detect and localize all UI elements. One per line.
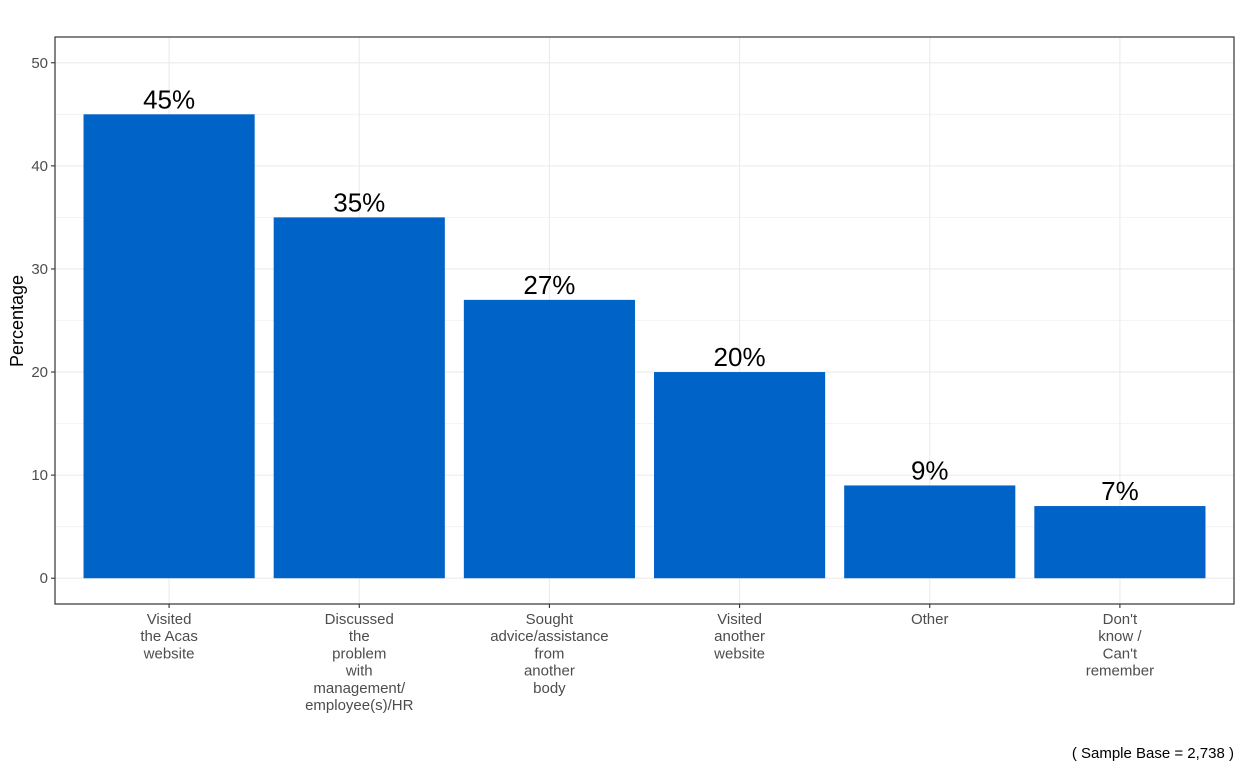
- x-tick-label-line: website: [713, 645, 765, 662]
- x-tick-label-line: management/: [313, 680, 406, 697]
- data-label: 7%: [1101, 476, 1139, 506]
- bar: [273, 217, 445, 579]
- bar: [83, 114, 255, 579]
- x-tick-label-line: the Acas: [140, 628, 198, 645]
- data-label: 9%: [911, 455, 949, 485]
- y-tick-label: 20: [31, 364, 48, 381]
- y-tick-label: 0: [40, 570, 48, 587]
- y-axis: 0 10 20 30 40 50: [31, 55, 55, 587]
- y-tick-label: 40: [31, 158, 48, 175]
- x-tick-label-line: website: [143, 645, 195, 662]
- x-tick-label: Visited another website: [713, 611, 765, 662]
- x-tick-label-line: Other: [911, 611, 949, 628]
- bar-chart: 45%35%27%20%9%7% 01020304050 Visited the …: [7, 36, 1235, 762]
- bar: [654, 372, 826, 579]
- x-tick-label-line: the: [349, 628, 370, 645]
- sample-base-caption: ( Sample Base = 2,738 ): [1072, 745, 1234, 762]
- x-tick-label-line: Visited: [147, 611, 192, 628]
- bar: [844, 485, 1016, 579]
- data-label: 27%: [523, 270, 575, 300]
- x-tick-label: Don't know / Can't remember: [1086, 611, 1154, 680]
- x-tick-label-line: Don't: [1103, 611, 1138, 628]
- y-tick-label: 30: [31, 261, 48, 278]
- bar: [1034, 506, 1206, 579]
- x-tick-label: Visited the Acas website: [140, 611, 198, 662]
- x-axis: Visited the Acas websiteDiscussed the proble…: [140, 604, 1154, 714]
- x-tick-label-line: body: [533, 680, 566, 697]
- x-tick-label-line: remember: [1086, 663, 1154, 680]
- x-tick-label-line: Sought: [526, 611, 574, 628]
- data-label: 35%: [333, 187, 385, 217]
- x-tick-label-line: know /: [1098, 628, 1142, 645]
- y-tick-label: 10: [31, 467, 48, 484]
- x-tick-label-line: Discussed: [325, 611, 394, 628]
- x-tick-label-line: Visited: [717, 611, 762, 628]
- x-tick-label-line: with: [345, 663, 373, 680]
- bar: [463, 299, 635, 579]
- data-label: 20%: [714, 342, 766, 372]
- x-tick-label-line: advice/assistance: [490, 628, 608, 645]
- y-tick-label: 50: [31, 55, 48, 72]
- x-tick-label-line: from: [534, 645, 564, 662]
- x-tick-label: Sought advice/assistance from another body: [490, 611, 608, 697]
- x-tick-label-line: problem: [332, 645, 386, 662]
- x-tick-label-line: employee(s)/HR: [305, 697, 414, 714]
- data-label: 45%: [143, 84, 195, 114]
- x-tick-label-line: Can't: [1103, 645, 1138, 662]
- x-tick-label: Other: [911, 611, 949, 628]
- x-tick-label-line: another: [714, 628, 765, 645]
- bars: [83, 114, 1206, 579]
- x-tick-label-line: another: [524, 663, 575, 680]
- y-axis-title: Percentage: [7, 275, 27, 367]
- x-tick-label: Discussed the problem with management/employ…: [305, 611, 414, 714]
